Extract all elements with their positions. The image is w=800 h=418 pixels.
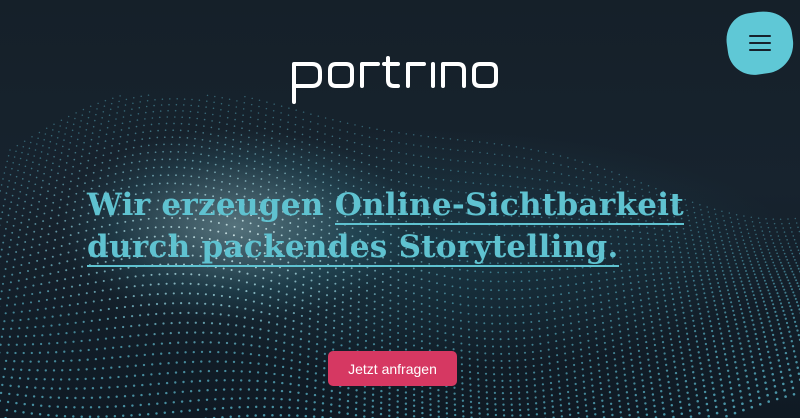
headline-text: Wir erzeugen: [87, 187, 335, 223]
headline-highlight-storytelling: durch packendes Storytelling: [87, 229, 608, 267]
headline-period: .: [607, 229, 619, 267]
hero-section: Wir erzeugen Online-Sichtbarkeit durch pa…: [0, 0, 800, 418]
hamburger-icon: [749, 35, 771, 51]
hero-headline: Wir erzeugen Online-Sichtbarkeit durch pa…: [87, 184, 727, 268]
portrino-logo[interactable]: [290, 56, 500, 104]
headline-highlight-visibility: Online-Sichtbarkeit: [334, 187, 684, 225]
request-cta-button[interactable]: Jetzt anfragen: [328, 351, 457, 386]
